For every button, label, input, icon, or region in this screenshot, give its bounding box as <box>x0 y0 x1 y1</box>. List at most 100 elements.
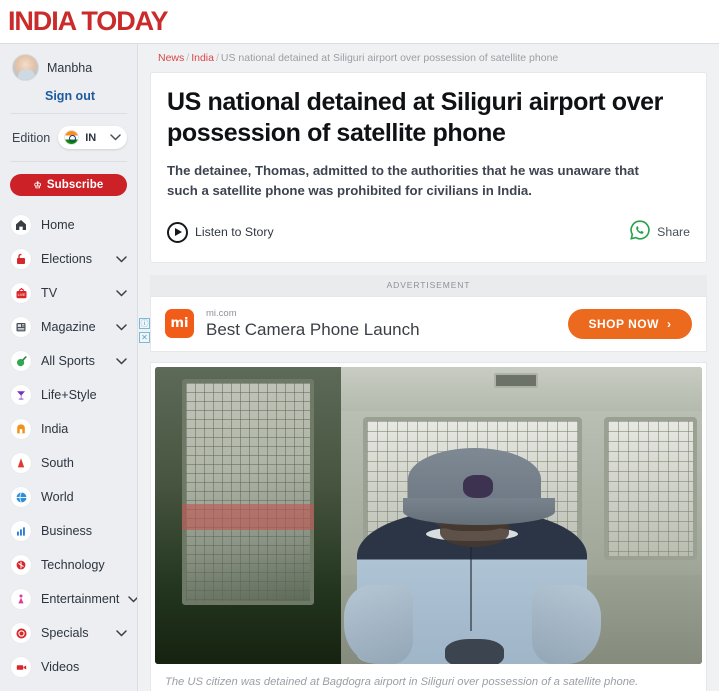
chevron-down-icon[interactable] <box>116 255 127 263</box>
article-photo <box>155 366 702 664</box>
edition-label: Edition <box>12 130 51 145</box>
sidebar-item-label: World <box>41 490 74 504</box>
india-gate-icon <box>10 418 32 440</box>
sidebar-divider-2 <box>10 161 127 162</box>
entertainment-icon <box>10 588 32 610</box>
business-chart-icon <box>10 520 32 542</box>
ad-title: Best Camera Phone Launch <box>206 319 420 339</box>
play-icon <box>167 221 188 243</box>
sidebar-item-all-sports[interactable]: All Sports <box>10 344 127 378</box>
advertisement-label: ADVERTISEMENT <box>150 274 707 296</box>
mi-logo-icon: mi <box>165 309 194 339</box>
avatar[interactable] <box>12 54 39 81</box>
sidebar-item-label: Magazine <box>41 320 96 334</box>
svg-text:LIVE: LIVE <box>17 293 25 297</box>
india-flag-icon <box>64 130 80 145</box>
breadcrumb-link-news[interactable]: News <box>158 52 184 64</box>
magazine-icon <box>10 316 32 338</box>
subscribe-button[interactable]: ♔ Subscribe <box>10 174 127 196</box>
sidebar-item-tv[interactable]: LIVE TV <box>10 276 127 310</box>
breadcrumb-separator: / <box>186 52 190 64</box>
tv-live-icon: LIVE <box>10 282 32 304</box>
detainee-figure <box>343 447 601 664</box>
sidebar-item-videos[interactable]: Videos <box>10 650 127 684</box>
sidebar-item-technology[interactable]: Technology <box>10 548 127 582</box>
edition-row: Edition IN <box>10 114 127 161</box>
sports-icon <box>10 350 32 372</box>
technology-icon <box>10 554 32 576</box>
edition-select[interactable]: IN <box>58 126 127 149</box>
sidebar-item-life-style[interactable]: Life+Style <box>10 378 127 412</box>
sidebar-item-label: Videos <box>41 660 80 674</box>
chevron-down-icon[interactable] <box>128 595 137 603</box>
sidebar-item-elections[interactable]: Elections <box>10 242 127 276</box>
page-root: INDIA TODAY Manbha Sign out Edition IN ♔… <box>0 0 719 691</box>
user-block[interactable]: Manbha <box>10 44 127 83</box>
sidebar-item-entertainment[interactable]: Entertainment <box>10 582 137 616</box>
chevron-down-icon <box>110 134 121 141</box>
chevron-down-icon[interactable] <box>116 629 127 637</box>
sidebar-item-label: Technology <box>41 558 105 572</box>
article-action-row: Listen to Story Share <box>167 219 690 246</box>
india-today-logo[interactable]: INDIA TODAY <box>0 8 169 35</box>
chevron-down-icon[interactable] <box>116 289 127 297</box>
listen-label: Listen to Story <box>195 225 274 240</box>
body-split: Manbha Sign out Edition IN ♔ Subscribe H… <box>0 44 719 691</box>
main-content: News / India / US national detained at Silig… <box>138 44 719 691</box>
site-header: INDIA TODAY <box>0 0 719 44</box>
user-name: Manbha <box>47 60 93 75</box>
advertisement: ADVERTISEMENT mi mi.com Best Camera Phon… <box>139 274 707 352</box>
shop-now-button[interactable]: SHOP NOW › <box>568 308 692 339</box>
home-icon <box>10 214 32 236</box>
article-standfirst: The detainee, Thomas, admitted to the au… <box>167 163 639 199</box>
sidebar-item-label: Life+Style <box>41 388 97 402</box>
south-icon <box>10 452 32 474</box>
ad-banner[interactable]: mi mi.com Best Camera Phone Launch SHOP … <box>150 295 707 352</box>
photo-caption: The US citizen was detained at Bagdogra … <box>165 675 639 688</box>
listen-to-story-button[interactable]: Listen to Story <box>167 221 274 243</box>
sidebar-item-label: India <box>41 422 69 436</box>
chevron-right-icon: › <box>666 316 672 331</box>
sidebar-item-home[interactable]: Home <box>10 208 127 242</box>
chevron-down-icon[interactable] <box>116 357 127 365</box>
videos-camera-icon <box>10 656 32 678</box>
article-header-card: US national detained at Siliguri airport… <box>150 72 707 263</box>
sidebar-item-label: South <box>41 456 74 470</box>
elections-icon <box>10 248 32 270</box>
page-title: US national detained at Siliguri airport… <box>167 88 663 147</box>
chevron-down-icon[interactable] <box>116 323 127 331</box>
ad-controls: ⓘ ✕ <box>139 317 150 346</box>
sidebar-item-business[interactable]: Business <box>10 514 127 548</box>
sidebar-item-world[interactable]: World <box>10 480 127 514</box>
sidebar-item-south[interactable]: South <box>10 446 127 480</box>
breadcrumb-current: US national detained at Siliguri airport… <box>220 52 559 64</box>
subscribe-label: Subscribe <box>46 179 104 191</box>
crown-icon: ♔ <box>33 179 42 190</box>
shop-now-label: SHOP NOW <box>588 316 659 331</box>
ad-text: mi.com Best Camera Phone Launch <box>206 308 420 340</box>
breadcrumb: News / India / US national detained at Silig… <box>150 44 707 72</box>
sidebar-item-label: All Sports <box>41 354 95 368</box>
article-photo-card: The US citizen was detained at Bagdogra … <box>150 361 707 691</box>
ad-info-icon[interactable]: ⓘ <box>139 317 150 329</box>
breadcrumb-separator: / <box>215 52 219 64</box>
whatsapp-icon <box>629 219 651 246</box>
sidebar-nav: Home Elections LIVE TV Magazine All Spor… <box>10 204 137 684</box>
sidebar-item-magazine[interactable]: Magazine <box>10 310 127 344</box>
sidebar-item-label: Specials <box>41 626 89 640</box>
share-label: Share <box>657 225 690 240</box>
specials-icon <box>10 622 32 644</box>
sidebar-item-label: Entertainment <box>41 592 120 606</box>
whatsapp-share-button[interactable]: Share <box>629 219 690 246</box>
breadcrumb-link-india[interactable]: India <box>191 52 214 64</box>
sidebar-item-label: Elections <box>41 252 93 266</box>
world-globe-icon <box>10 486 32 508</box>
sign-out-link[interactable]: Sign out <box>10 83 127 113</box>
sidebar-item-specials[interactable]: Specials <box>10 616 127 650</box>
sidebar-item-india[interactable]: India <box>10 412 127 446</box>
ad-close-icon[interactable]: ✕ <box>139 331 150 343</box>
sidebar-item-label: Business <box>41 524 93 538</box>
sidebar-item-label: Home <box>41 218 75 232</box>
ad-domain: mi.com <box>206 307 237 319</box>
sidebar: Manbha Sign out Edition IN ♔ Subscribe H… <box>0 44 138 691</box>
